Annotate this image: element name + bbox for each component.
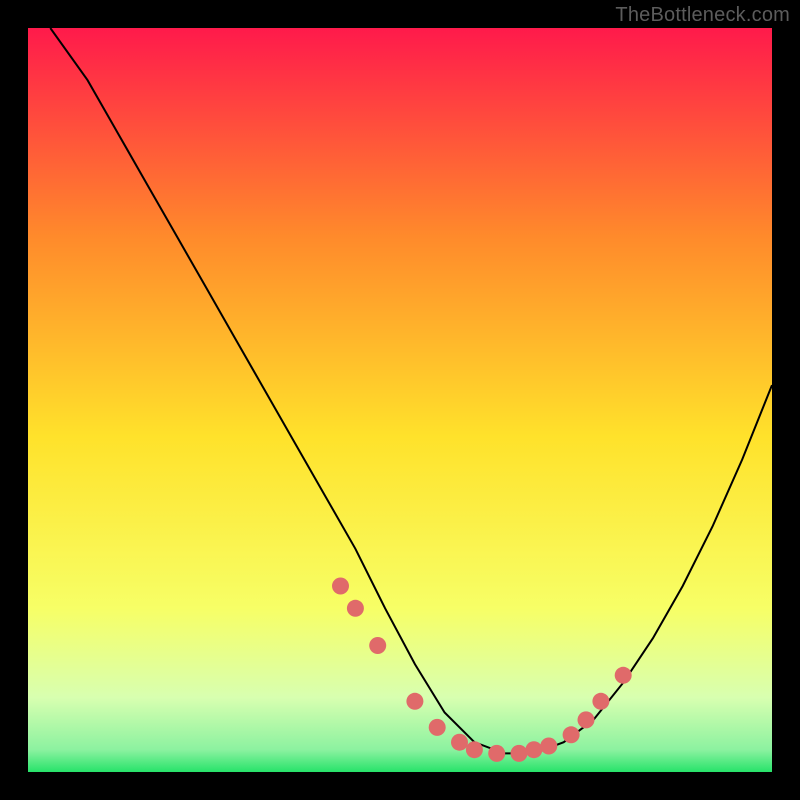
data-dot [451,734,468,751]
data-dot [540,738,557,755]
data-dot [511,745,528,762]
data-dot [332,578,349,595]
data-dot [466,741,483,758]
watermark-text: TheBottleneck.com [615,4,790,27]
data-dot [615,667,632,684]
data-dot [369,637,386,654]
data-dot [406,693,423,710]
chart-frame: TheBottleneck.com [0,0,800,800]
data-dot [429,719,446,736]
gradient-background [28,28,772,772]
data-dot [563,726,580,743]
data-dot [347,600,364,617]
data-dot [525,741,542,758]
data-dot [592,693,609,710]
chart-svg [28,28,772,772]
data-dot [578,711,595,728]
data-dot [488,745,505,762]
plot-area [28,28,772,772]
